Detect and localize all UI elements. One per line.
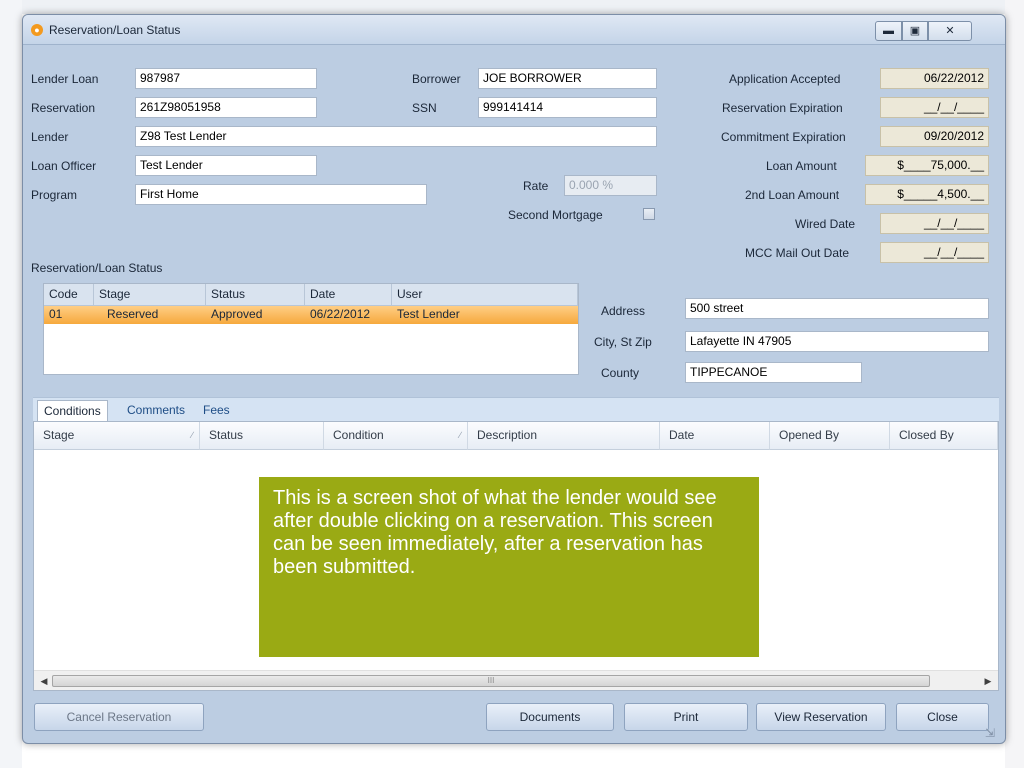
- cond-col-status[interactable]: Status: [200, 422, 324, 450]
- cancel-reservation-button[interactable]: Cancel Reservation: [34, 703, 204, 731]
- reservation-label: Reservation: [31, 101, 96, 115]
- close-button[interactable]: Close: [896, 703, 989, 731]
- status-cell-user: Test Lender: [397, 307, 460, 321]
- cond-col-date[interactable]: Date: [660, 422, 770, 450]
- county-label: County: [601, 366, 640, 380]
- cond-col-closed-by[interactable]: Closed By: [890, 422, 998, 450]
- wired-date-label: Wired Date: [795, 217, 856, 231]
- status-cell-status: Approved: [211, 307, 263, 321]
- second-loan-amount-field[interactable]: $_____4,500.__: [865, 184, 989, 205]
- reservation-expiration-field[interactable]: __/__/____: [880, 97, 989, 118]
- cond-col-stage-label: Stage: [43, 428, 75, 442]
- address-label: Address: [601, 304, 646, 318]
- ssn-input[interactable]: 999141414: [478, 97, 657, 118]
- borrower-label: Borrower: [412, 72, 461, 86]
- application-accepted-label: Application Accepted: [729, 72, 841, 86]
- background-app-strip: [0, 0, 1024, 14]
- mcc-mail-out-date-field[interactable]: __/__/____: [880, 242, 989, 263]
- print-button[interactable]: Print: [624, 703, 748, 731]
- status-col-code[interactable]: Code: [44, 284, 94, 306]
- status-col-stage[interactable]: Stage: [94, 284, 206, 306]
- horizontal-scrollbar[interactable]: ◀ III ▶: [34, 670, 998, 690]
- status-cell-stage: Reserved: [107, 307, 159, 321]
- address-input[interactable]: 500 street: [685, 298, 989, 319]
- status-cell-code: 01: [49, 307, 63, 321]
- title-bar[interactable]: ● Reservation/Loan Status ▬ ▣ ✕: [23, 15, 1005, 45]
- mcc-mail-out-date-label: MCC Mail Out Date: [745, 246, 850, 260]
- wired-date-field[interactable]: __/__/____: [880, 213, 989, 234]
- borrower-input[interactable]: JOE BORROWER: [478, 68, 657, 89]
- cond-col-stage[interactable]: Stage ∕: [34, 422, 200, 450]
- sort-icon: ∕: [459, 430, 461, 440]
- resize-grip-icon[interactable]: ⇲: [985, 725, 1001, 741]
- cond-col-description[interactable]: Description: [468, 422, 660, 450]
- status-col-date[interactable]: Date: [305, 284, 392, 306]
- lender-loan-label: Lender Loan: [31, 72, 99, 86]
- status-section-title: Reservation/Loan Status: [31, 261, 163, 275]
- status-grid: Code Stage Status Date User 01 Reserved …: [43, 283, 579, 375]
- lender-label: Lender: [31, 130, 69, 144]
- rate-label: Rate: [523, 179, 549, 193]
- scroll-right-icon[interactable]: ▶: [980, 673, 996, 689]
- county-input[interactable]: TIPPECANOE: [685, 362, 862, 383]
- maximize-icon[interactable]: ▣: [902, 21, 928, 41]
- annotation-text: This is a screen shot of what the lender…: [273, 487, 717, 578]
- reservation-expiration-label: Reservation Expiration: [722, 101, 843, 115]
- app-icon: ●: [31, 24, 43, 36]
- commitment-expiration-label: Commitment Expiration: [721, 130, 846, 144]
- window-title: Reservation/Loan Status: [49, 23, 181, 37]
- loan-amount-field[interactable]: $____75,000.__: [865, 155, 989, 176]
- annotation-callout: This is a screen shot of what the lender…: [259, 477, 759, 657]
- close-icon[interactable]: ✕: [928, 21, 972, 41]
- lender-input[interactable]: Z98 Test Lender: [135, 126, 657, 147]
- tab-strip: Conditions Comments Fees: [33, 397, 999, 423]
- program-input[interactable]: First Home: [135, 184, 427, 205]
- scrollbar-thumb[interactable]: III: [52, 675, 930, 687]
- reservation-input[interactable]: 261Z98051958: [135, 97, 317, 118]
- status-col-status[interactable]: Status: [206, 284, 305, 306]
- tab-conditions[interactable]: Conditions: [37, 400, 108, 423]
- ssn-label: SSN: [412, 101, 437, 115]
- cond-col-opened-by[interactable]: Opened By: [770, 422, 890, 450]
- program-label: Program: [31, 188, 78, 202]
- city-st-zip-input[interactable]: Lafayette IN 47905: [685, 331, 989, 352]
- status-col-user[interactable]: User: [392, 284, 578, 306]
- status-cell-date: 06/22/2012: [310, 307, 371, 321]
- background-app-right: [1005, 0, 1024, 768]
- lender-loan-input[interactable]: 987987: [135, 68, 317, 89]
- scroll-left-icon[interactable]: ◀: [36, 673, 52, 689]
- view-reservation-button[interactable]: View Reservation: [756, 703, 886, 731]
- minimize-icon[interactable]: ▬: [875, 21, 902, 41]
- second-mortgage-checkbox[interactable]: [643, 208, 655, 220]
- sort-icon: ∕: [191, 430, 193, 440]
- tab-comments[interactable]: Comments: [121, 400, 191, 423]
- loan-officer-input[interactable]: Test Lender: [135, 155, 317, 176]
- city-st-zip-label: City, St Zip: [594, 335, 652, 349]
- loan-amount-label: Loan Amount: [766, 159, 837, 173]
- tab-fees[interactable]: Fees: [197, 400, 236, 423]
- commitment-expiration-field[interactable]: 09/20/2012: [880, 126, 989, 147]
- cond-col-condition-label: Condition: [333, 428, 384, 442]
- rate-input[interactable]: 0.000 %: [564, 175, 657, 196]
- documents-button[interactable]: Documents: [486, 703, 614, 731]
- cond-col-condition[interactable]: Condition ∕: [324, 422, 468, 450]
- loan-officer-label: Loan Officer: [31, 159, 97, 173]
- second-mortgage-label: Second Mortgage: [508, 208, 603, 222]
- second-loan-amount-label: 2nd Loan Amount: [745, 188, 840, 202]
- background-app-side: [0, 0, 22, 768]
- application-accepted-field[interactable]: 06/22/2012: [880, 68, 989, 89]
- reservation-status-window: ● Reservation/Loan Status ▬ ▣ ✕ Lender L…: [22, 14, 1006, 744]
